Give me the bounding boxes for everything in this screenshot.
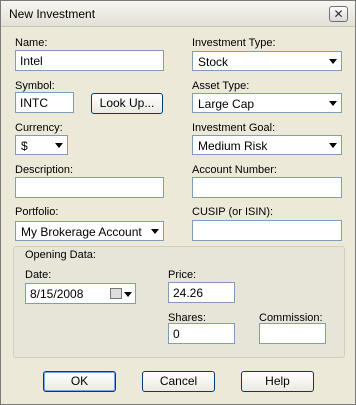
- portfolio-select[interactable]: My Brokerage Account: [15, 221, 164, 241]
- chevron-down-icon: [329, 101, 337, 106]
- date-value: 8/15/2008: [30, 287, 84, 301]
- chevron-down-icon: [55, 143, 63, 148]
- investment-goal-select[interactable]: Medium Risk: [192, 135, 342, 155]
- investment-type-value: Stock: [198, 55, 229, 69]
- account-number-label: Account Number:: [192, 164, 277, 176]
- asset-type-value: Large Cap: [198, 97, 255, 111]
- price-field[interactable]: 24.26: [168, 282, 235, 303]
- description-field[interactable]: [15, 177, 164, 198]
- opening-data-label: Opening Data:: [25, 249, 96, 261]
- chevron-down-icon: [329, 143, 337, 148]
- name-field[interactable]: Intel: [15, 50, 164, 71]
- description-label: Description:: [15, 164, 74, 176]
- shares-field[interactable]: 0: [168, 323, 235, 344]
- symbol-label: Symbol:: [15, 80, 55, 92]
- investment-goal-label: Investment Goal:: [192, 122, 276, 134]
- chevron-down-icon: [124, 292, 132, 297]
- commission-field[interactable]: [259, 323, 326, 344]
- investment-type-label: Investment Type:: [192, 37, 276, 49]
- symbol-field[interactable]: INTC: [15, 92, 74, 113]
- chevron-down-icon: [329, 59, 337, 64]
- account-number-field[interactable]: [192, 177, 342, 198]
- cancel-button[interactable]: Cancel: [142, 371, 215, 392]
- close-icon: ✕: [333, 7, 344, 21]
- window-title: New Investment: [9, 7, 96, 21]
- date-picker[interactable]: 8/15/2008: [25, 283, 136, 304]
- cusip-field[interactable]: [192, 220, 342, 241]
- close-button[interactable]: ✕: [329, 6, 348, 22]
- portfolio-label: Portfolio:: [15, 206, 59, 218]
- title-bar[interactable]: New Investment ✕: [1, 1, 355, 27]
- asset-type-select[interactable]: Large Cap: [192, 93, 342, 113]
- price-label: Price:: [168, 269, 197, 281]
- help-button[interactable]: Help: [241, 371, 314, 392]
- date-label: Date:: [25, 269, 52, 281]
- name-label: Name:: [15, 37, 48, 49]
- chevron-down-icon: [151, 229, 159, 234]
- currency-value: $: [21, 139, 28, 153]
- asset-type-label: Asset Type:: [192, 80, 250, 92]
- investment-type-select[interactable]: Stock: [192, 51, 342, 71]
- new-investment-dialog: New Investment ✕ Name: Intel Symbol: INT…: [0, 0, 356, 405]
- calendar-icon: [110, 288, 122, 299]
- look-up-button[interactable]: Look Up...: [91, 93, 163, 114]
- ok-button[interactable]: OK: [43, 371, 116, 392]
- portfolio-value: My Brokerage Account: [21, 225, 142, 239]
- investment-goal-value: Medium Risk: [198, 139, 268, 153]
- currency-select[interactable]: $: [15, 135, 68, 155]
- currency-label: Currency:: [15, 122, 63, 134]
- cusip-label: CUSIP (or ISIN):: [192, 206, 274, 218]
